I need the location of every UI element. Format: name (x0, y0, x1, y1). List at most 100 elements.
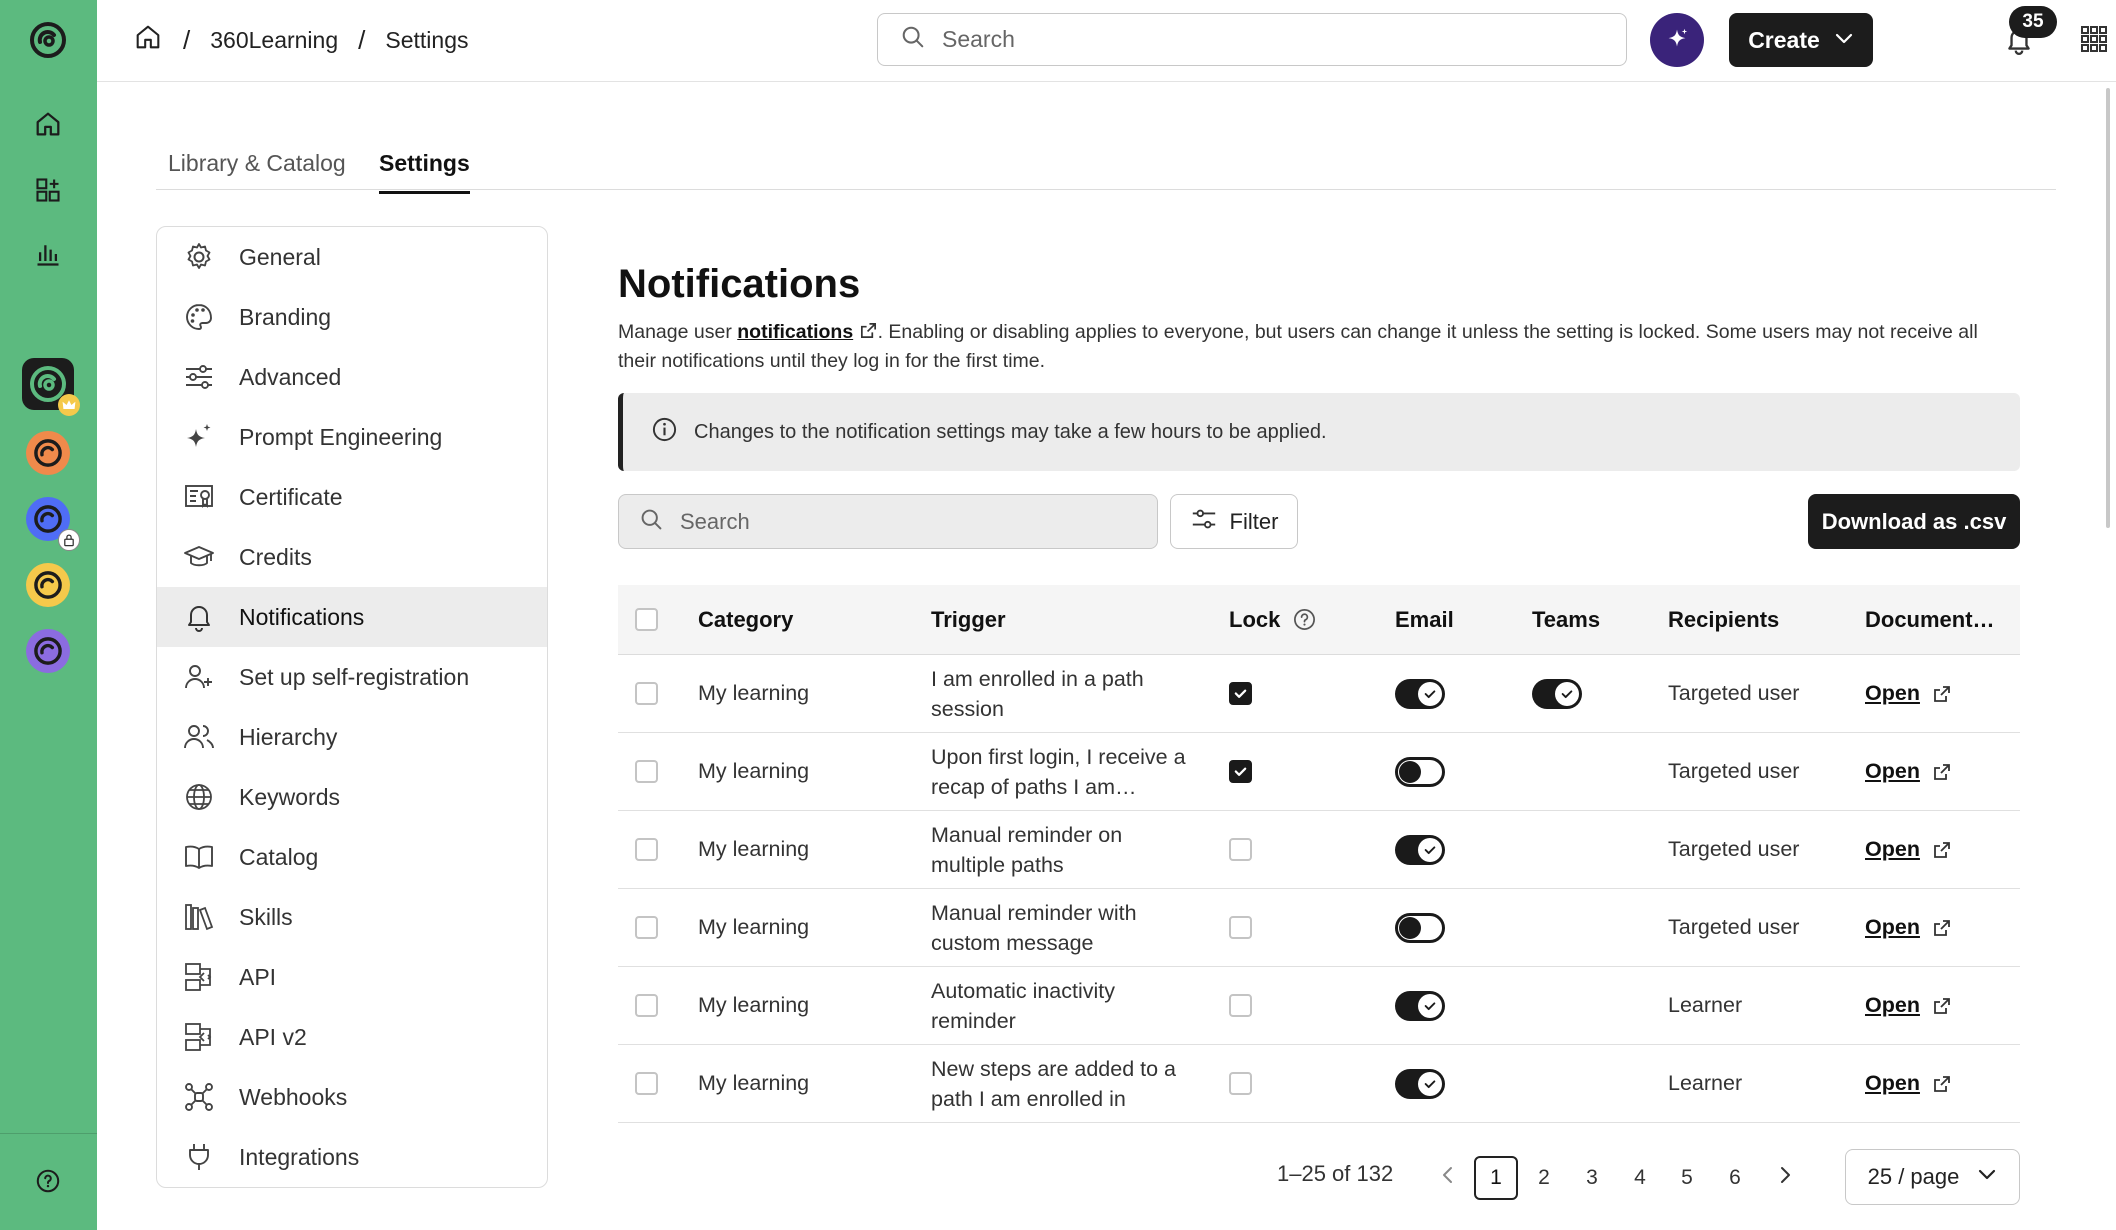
lock-checkbox[interactable] (1229, 994, 1252, 1017)
settings-nav-item-advanced[interactable]: Advanced (157, 347, 547, 407)
select-all-checkbox[interactable] (635, 608, 658, 631)
row-select-checkbox[interactable] (635, 838, 658, 861)
360learning-logo-icon[interactable] (26, 18, 70, 62)
column-header-lock[interactable]: Lock (1229, 585, 1317, 654)
analytics-icon[interactable] (30, 236, 66, 272)
workspace-switcher-orange[interactable] (22, 427, 74, 479)
lock-checkbox[interactable] (1229, 838, 1252, 861)
settings-nav-item-set-up-self-registration[interactable]: Set up self-registration (157, 647, 547, 707)
pagination-page-3[interactable]: 3 (1570, 1156, 1614, 1200)
row-select-checkbox[interactable] (635, 1072, 658, 1095)
teams-toggle[interactable] (1532, 678, 1582, 709)
settings-nav-item-catalog[interactable]: Catalog (157, 827, 547, 887)
pagination-prev-chevron-left-icon[interactable] (1434, 1161, 1462, 1189)
pagination-page-6[interactable]: 6 (1713, 1156, 1757, 1200)
settings-nav-item-prompt-engineering[interactable]: Prompt Engineering (157, 407, 547, 467)
open-documentation-link[interactable]: Open (1865, 759, 1920, 784)
settings-nav-item-credits[interactable]: Credits (157, 527, 547, 587)
settings-nav-item-api-v2[interactable]: API v2 (157, 1007, 547, 1067)
pagination-page-1[interactable]: 1 (1474, 1156, 1518, 1200)
lock-checkbox[interactable] (1229, 1072, 1252, 1095)
open-documentation-link[interactable]: Open (1865, 915, 1920, 940)
table-row[interactable]: My learning New steps are added to a path… (618, 1045, 2020, 1123)
workspace-switcher-current[interactable] (22, 358, 80, 416)
toggle-knob (1418, 993, 1442, 1018)
column-header-email[interactable]: Email (1395, 585, 1454, 654)
external-link-icon[interactable] (859, 321, 878, 343)
external-link-icon[interactable] (1932, 840, 1952, 860)
app-grid-icon[interactable] (2079, 24, 2111, 56)
open-documentation-link[interactable]: Open (1865, 993, 1920, 1018)
open-documentation-link[interactable]: Open (1865, 837, 1920, 862)
settings-nav-item-hierarchy[interactable]: Hierarchy (157, 707, 547, 767)
catalog-icon[interactable] (30, 172, 66, 208)
open-documentation-link[interactable]: Open (1865, 1071, 1920, 1096)
row-select-checkbox[interactable] (635, 916, 658, 939)
settings-nav-item-branding[interactable]: Branding (157, 287, 547, 347)
external-link-icon[interactable] (1932, 918, 1952, 938)
row-select-checkbox[interactable] (635, 760, 658, 783)
create-button[interactable]: Create (1729, 13, 1873, 67)
settings-nav-label: Prompt Engineering (239, 423, 443, 450)
table-search-input[interactable] (680, 508, 1140, 535)
settings-nav-item-certificate[interactable]: Certificate (157, 467, 547, 527)
table-row[interactable]: My learning Manual reminder with custom m… (618, 889, 2020, 967)
table-row[interactable]: My learning Upon first login, I receive a… (618, 733, 2020, 811)
external-link-icon[interactable] (1932, 1074, 1952, 1094)
notifications-doc-link[interactable]: notifications (737, 321, 853, 343)
email-toggle[interactable] (1395, 1068, 1445, 1099)
breadcrumb-item-workspace[interactable]: 360Learning (210, 27, 338, 54)
settings-nav-item-notifications[interactable]: Notifications (157, 587, 547, 647)
settings-nav-item-keywords[interactable]: Keywords (157, 767, 547, 827)
ai-assistant-button[interactable] (1650, 13, 1704, 67)
workspace-switcher-blue[interactable] (22, 493, 80, 551)
settings-nav-item-api[interactable]: API (157, 947, 547, 1007)
global-search-input[interactable] (942, 26, 1582, 53)
email-toggle[interactable] (1395, 756, 1445, 787)
settings-nav-item-webhooks[interactable]: Webhooks (157, 1067, 547, 1127)
workspace-switcher-purple[interactable] (22, 625, 74, 677)
home-icon[interactable] (30, 106, 66, 142)
column-header-recipients[interactable]: Recipients (1668, 585, 1779, 654)
global-search[interactable] (877, 13, 1627, 66)
external-link-icon[interactable] (1932, 996, 1952, 1016)
settings-nav-item-general[interactable]: General (157, 227, 547, 287)
table-search[interactable] (618, 494, 1158, 549)
table-row[interactable]: My learning Automatic inactivity reminder… (618, 967, 2020, 1045)
home-breadcrumb-icon[interactable] (133, 22, 163, 58)
help-circle-icon[interactable] (1292, 607, 1317, 632)
workspace-switcher-yellow[interactable] (22, 559, 74, 611)
open-documentation-link[interactable]: Open (1865, 681, 1920, 706)
pagination-page-2[interactable]: 2 (1522, 1156, 1566, 1200)
lock-checkbox[interactable] (1229, 682, 1252, 705)
settings-nav-item-skills[interactable]: Skills (157, 887, 547, 947)
column-header-trigger[interactable]: Trigger (931, 585, 1201, 654)
email-toggle[interactable] (1395, 678, 1445, 709)
email-toggle[interactable] (1395, 990, 1445, 1021)
column-header-teams[interactable]: Teams (1532, 585, 1600, 654)
lock-checkbox[interactable] (1229, 916, 1252, 939)
email-toggle[interactable] (1395, 912, 1445, 943)
pagination-next-chevron-right-icon[interactable] (1771, 1161, 1799, 1189)
download-csv-button[interactable]: Download as .csv (1808, 494, 2020, 549)
page-scrollbar-thumb[interactable] (2106, 88, 2110, 528)
lock-checkbox[interactable] (1229, 760, 1252, 783)
column-header-documentation[interactable]: Document… (1865, 585, 2015, 654)
pagination-page-4[interactable]: 4 (1618, 1156, 1662, 1200)
user-plus-icon (183, 661, 215, 693)
settings-nav-item-integrations[interactable]: Integrations (157, 1127, 547, 1187)
help-icon[interactable] (30, 1163, 66, 1199)
row-select-checkbox[interactable] (635, 682, 658, 705)
external-link-icon[interactable] (1932, 762, 1952, 782)
external-link-icon[interactable] (1932, 684, 1952, 704)
filter-button[interactable]: Filter (1170, 494, 1298, 549)
page-size-select[interactable]: 25 / page (1845, 1149, 2020, 1205)
email-toggle[interactable] (1395, 834, 1445, 865)
table-row[interactable]: My learning Manual reminder on multiple p… (618, 811, 2020, 889)
tab-library-catalog[interactable]: Library & Catalog (168, 150, 346, 191)
tab-settings[interactable]: Settings (379, 150, 470, 194)
pagination-page-5[interactable]: 5 (1665, 1156, 1709, 1200)
table-row[interactable]: My learning I am enrolled in a path sessi… (618, 655, 2020, 733)
column-header-category[interactable]: Category (698, 585, 793, 654)
row-select-checkbox[interactable] (635, 994, 658, 1017)
